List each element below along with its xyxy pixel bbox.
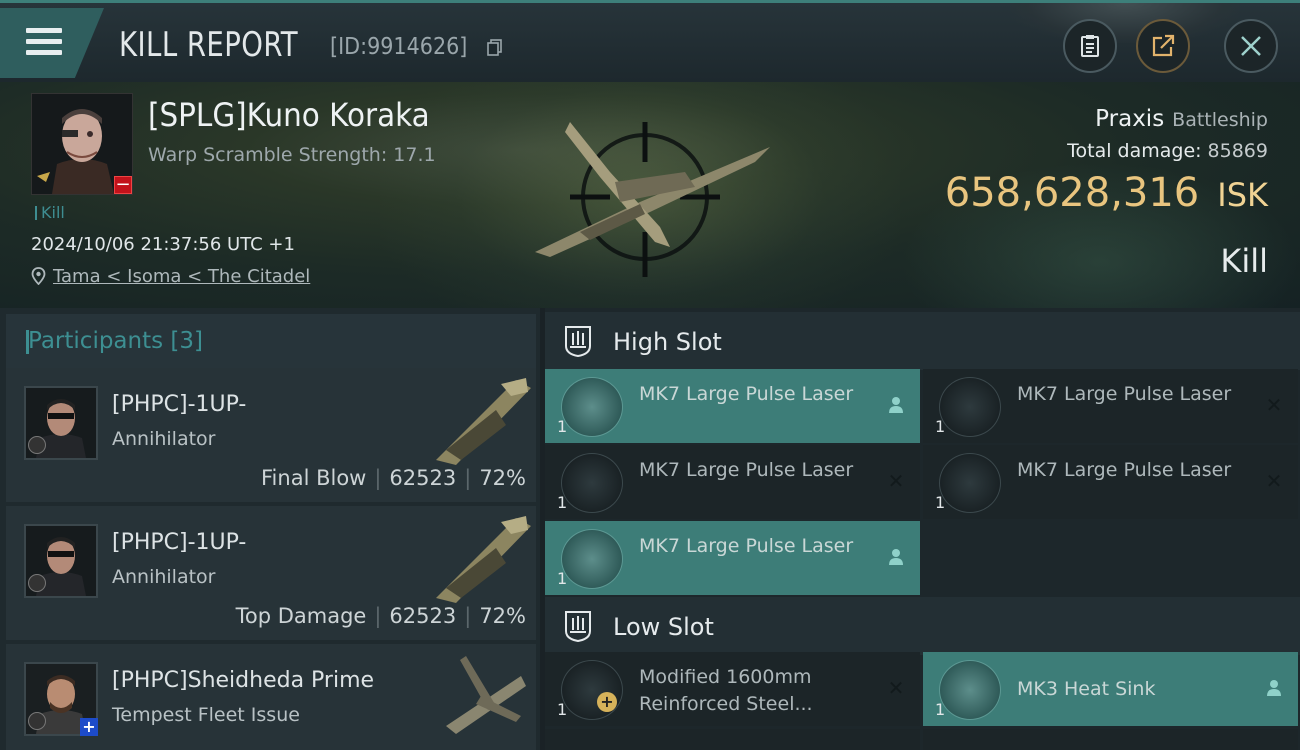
total-damage-value: 85869 xyxy=(1207,140,1268,162)
module-slot[interactable]: 1 MK7 Large Pulse Laser xyxy=(545,369,920,443)
kill-result: Kill xyxy=(1220,242,1268,280)
person-icon xyxy=(886,395,906,415)
person-icon xyxy=(886,547,906,567)
ship-name[interactable]: Praxis Battleship xyxy=(1095,106,1268,132)
destroyed-icon: ✕ xyxy=(887,676,905,700)
module-name: MK3 Heat Sink xyxy=(1017,678,1156,700)
victim-name[interactable]: [SPLG]Kuno Koraka xyxy=(148,96,430,134)
pulse-laser-icon xyxy=(561,529,623,589)
participant-ship: Annihilator xyxy=(112,566,216,588)
tempest-ship-icon xyxy=(446,656,526,734)
low-slot-icon xyxy=(565,611,591,643)
high-slot-header: High Slot xyxy=(545,312,1300,370)
module-name: Modified 1600mm Reinforced Steel... xyxy=(639,666,813,715)
low-slot-header: Low Slot xyxy=(545,597,1300,655)
participant-avatar[interactable]: + xyxy=(24,662,98,736)
participant-name: [PHPC]Sheidheda Prime xyxy=(112,668,375,693)
module-name: MK7 Large Pulse Laser xyxy=(639,535,854,557)
location-link[interactable]: Tama < Isoma < The Citadel xyxy=(53,266,310,287)
participants-header: Participants [3] xyxy=(6,314,536,370)
module-slot[interactable]: 1 MK7 Large Pulse Laser ✕ xyxy=(923,445,1298,519)
module-name: MK7 Large Pulse Laser xyxy=(1017,383,1232,405)
participant-row[interactable]: [PHPC]-1UP- Annihilator Final Blow | 62523… xyxy=(6,368,536,502)
total-damage: Total damage: 85869 xyxy=(1067,140,1268,162)
destroyed-icon: ✕ xyxy=(1265,469,1283,493)
annihilator-ship-icon xyxy=(436,378,531,465)
warp-scramble-strength: Warp Scramble Strength: 17.1 xyxy=(148,144,436,166)
corp-badge-icon xyxy=(28,574,46,592)
report-id: [ID:9914626] xyxy=(330,34,468,60)
armor-plate-icon xyxy=(561,660,623,720)
participant-row[interactable]: [PHPC]-1UP- Annihilator Top Damage | 62523… xyxy=(6,506,536,640)
high-slot-icon xyxy=(565,326,591,358)
add-icon: + xyxy=(597,692,617,712)
remove-badge-icon: − xyxy=(114,174,132,195)
menu-button[interactable] xyxy=(0,8,104,78)
add-contact-icon: + xyxy=(80,718,98,736)
page-title: KILL REPORT xyxy=(119,25,299,65)
participant-ship: Annihilator xyxy=(112,428,216,450)
isk-unit: ISK xyxy=(1217,176,1268,214)
participant-name: [PHPC]-1UP- xyxy=(112,392,247,417)
module-name: MK7 Large Pulse Laser xyxy=(1017,459,1232,481)
annihilator-ship-icon xyxy=(436,516,531,603)
station-decoration xyxy=(1010,3,1240,43)
top-bar: KILL REPORT [ID:9914626] xyxy=(0,0,1300,82)
pulse-laser-icon xyxy=(939,377,1001,437)
close-icon xyxy=(1241,36,1261,56)
share-button[interactable] xyxy=(1136,19,1190,73)
heat-sink-icon xyxy=(939,660,1001,720)
victim-banner: − [SPLG]Kuno Koraka Warp Scramble Streng… xyxy=(0,82,1300,308)
module-slot[interactable]: + 1 Modified 1600mm Reinforced Steel... … xyxy=(545,652,920,726)
participant-stats: Final Blow | 62523 | 72% xyxy=(261,466,526,490)
corp-badge-icon xyxy=(28,712,46,730)
destroyed-icon: ✕ xyxy=(1265,393,1283,417)
module-name: MK7 Large Pulse Laser xyxy=(639,459,854,481)
participant-avatar[interactable] xyxy=(24,386,98,460)
participant-name: [PHPC]-1UP- xyxy=(112,530,247,555)
clipboard-icon xyxy=(1081,35,1099,57)
pulse-laser-icon xyxy=(561,453,623,513)
kill-datetime: 2024/10/06 21:37:56 UTC +1 xyxy=(31,234,295,255)
copy-icon[interactable] xyxy=(487,39,503,56)
close-button[interactable] xyxy=(1224,19,1278,73)
module-slot-partial[interactable] xyxy=(545,729,920,750)
pulse-laser-icon xyxy=(939,453,1001,513)
person-icon xyxy=(1264,678,1284,698)
share-icon xyxy=(1152,34,1175,57)
module-slot[interactable]: 1 MK7 Large Pulse Laser ✕ xyxy=(923,369,1298,443)
clipboard-button[interactable] xyxy=(1063,19,1117,73)
corp-badge-icon xyxy=(28,436,46,454)
module-slot[interactable]: 1 MK7 Large Pulse Laser ✕ xyxy=(545,445,920,519)
kill-tag: Kill xyxy=(35,203,65,222)
kill-report-screen: KILL REPORT [ID:9914626] − [SPLG]Kuno Ko… xyxy=(0,0,1300,750)
module-slot[interactable]: 1 MK3 Heat Sink xyxy=(923,652,1298,726)
pulse-laser-icon xyxy=(561,377,623,437)
fitting-panel: High Slot 1 MK7 Large Pulse Laser 1 MK7 … xyxy=(545,308,1300,750)
participants-panel: Participants [3] [PHPC]-1UP- Annihilator… xyxy=(0,308,540,750)
isk-value: 658,628,316 ISK xyxy=(944,170,1268,216)
module-name: MK7 Large Pulse Laser xyxy=(639,383,854,405)
participant-stats: Top Damage | 62523 | 72% xyxy=(235,604,526,628)
module-slot[interactable]: 1 MK7 Large Pulse Laser xyxy=(545,521,920,595)
location-pin-icon xyxy=(31,267,46,285)
participant-ship: Tempest Fleet Issue xyxy=(112,704,300,726)
victim-ship-image xyxy=(535,122,770,277)
module-slot-partial[interactable] xyxy=(923,729,1298,750)
participant-avatar[interactable] xyxy=(24,524,98,598)
kill-location[interactable]: Tama < Isoma < The Citadel xyxy=(31,266,310,287)
participant-row[interactable]: + [PHPC]Sheidheda Prime Tempest Fleet Is… xyxy=(6,644,536,750)
ship-class: Battleship xyxy=(1172,109,1268,131)
participants-label: Participants xyxy=(28,328,164,354)
destroyed-icon: ✕ xyxy=(887,469,905,493)
participants-count: [3] xyxy=(170,328,204,354)
